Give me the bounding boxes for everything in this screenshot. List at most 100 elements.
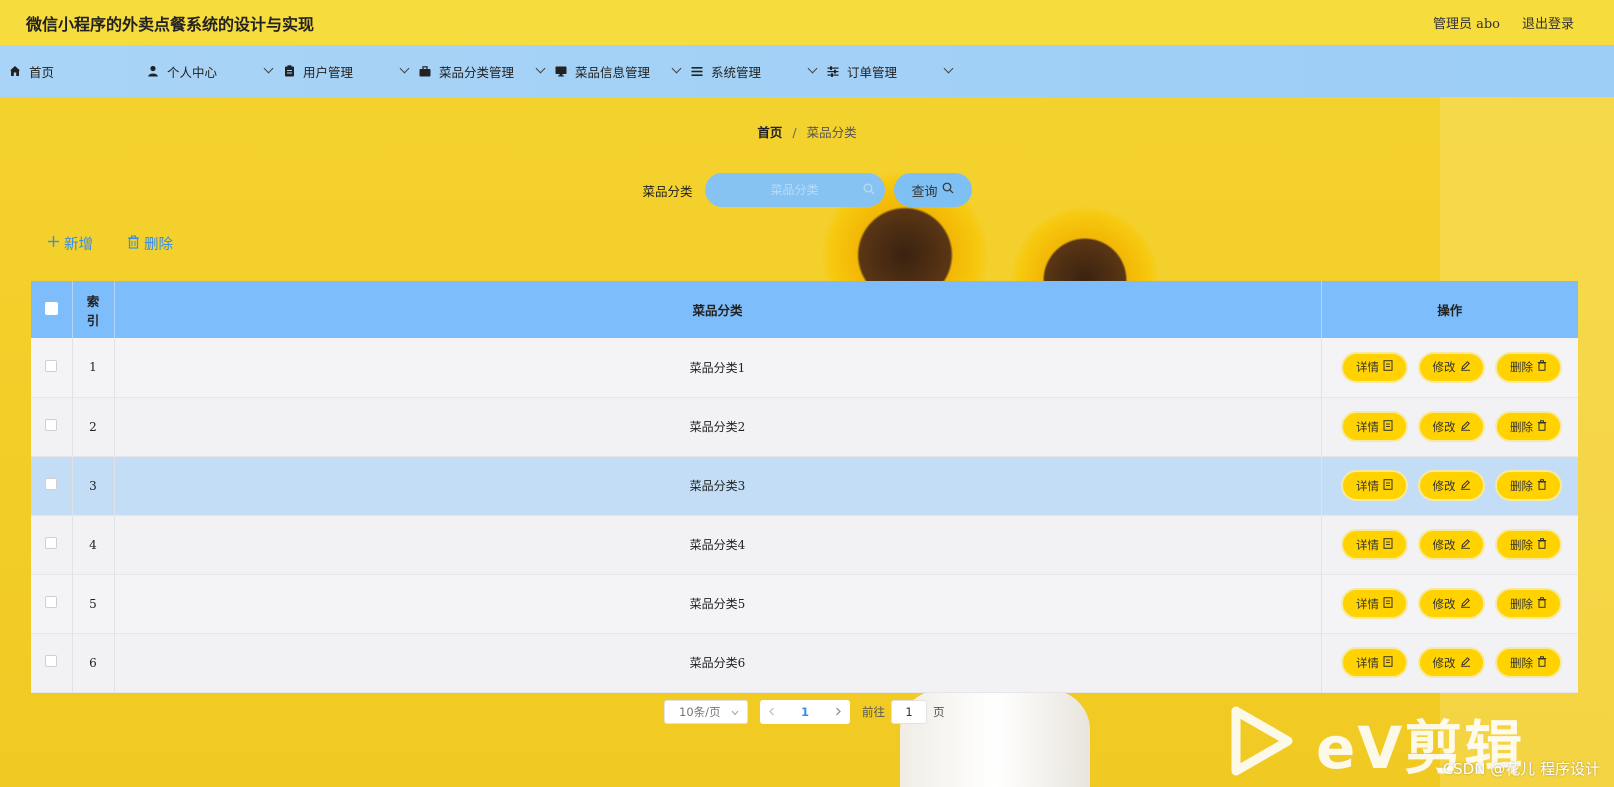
main-nav: 首页 个人中心 用户管理 菜品分类管理 菜品信息管理 系统管理 订单管理 xyxy=(0,45,1614,97)
document-icon xyxy=(1383,537,1393,552)
detail-button[interactable]: 详情 xyxy=(1341,588,1408,619)
bulk-delete-button[interactable]: 删除 xyxy=(127,233,173,254)
detail-button[interactable]: 详情 xyxy=(1341,411,1408,442)
current-page[interactable]: 1 xyxy=(801,705,809,719)
document-icon xyxy=(1383,655,1393,670)
delete-button[interactable]: 删除 xyxy=(1495,470,1562,501)
nav-item-dish-management[interactable]: 菜品信息管理 xyxy=(554,45,690,97)
search-input[interactable] xyxy=(704,173,885,207)
index-header-line1: 索 xyxy=(86,293,100,309)
edit-button[interactable]: 修改 xyxy=(1418,411,1485,442)
search-input-wrapper xyxy=(704,173,885,207)
search-icon xyxy=(863,183,875,199)
edit-button[interactable]: 修改 xyxy=(1418,529,1485,560)
detail-button-label: 详情 xyxy=(1356,537,1379,552)
goto-page-input[interactable]: 1 xyxy=(891,700,927,724)
next-page-icon[interactable] xyxy=(835,705,842,719)
row-select-cell xyxy=(31,338,73,398)
delete-button[interactable]: 删除 xyxy=(1495,351,1562,383)
page-size-select[interactable]: 10条/页 xyxy=(664,700,748,724)
row-checkbox[interactable] xyxy=(45,478,58,490)
edit-button[interactable]: 修改 xyxy=(1418,470,1485,501)
nav-item-label: 系统管理 xyxy=(711,64,762,80)
edit-button-label: 修改 xyxy=(1432,655,1456,670)
row-category: 菜品分类4 xyxy=(114,515,1322,575)
row-select-cell xyxy=(31,633,73,693)
home-icon xyxy=(8,64,22,78)
row-checkbox[interactable] xyxy=(45,655,58,667)
pagination: 10条/页 1 前往 1 页 xyxy=(664,700,945,724)
delete-button[interactable]: 删除 xyxy=(1495,588,1562,619)
detail-button[interactable]: 详情 xyxy=(1341,351,1408,383)
edit-button[interactable]: 修改 xyxy=(1418,588,1485,619)
nav-item-order-management[interactable]: 订单管理 xyxy=(826,45,962,97)
table-body: 1 菜品分类1 详情 修改 删除 2 菜品分类2 详情 修改 删除 3 菜品分类3 详情 修改 删除 4 菜品分… xyxy=(31,338,1578,693)
trash-icon xyxy=(1537,360,1547,374)
row-select-cell xyxy=(31,456,73,516)
row-select-cell xyxy=(31,574,73,634)
goto-label: 前往 xyxy=(862,705,885,719)
table-row[interactable]: 4 菜品分类4 详情 修改 删除 xyxy=(31,515,1578,575)
row-actions: 详情 修改 删除 xyxy=(1321,456,1578,516)
search-icon xyxy=(942,182,954,198)
pencil-icon xyxy=(1460,360,1471,374)
edit-button-label: 修改 xyxy=(1432,360,1456,375)
add-button[interactable]: 新增 xyxy=(47,233,93,254)
edit-button-label: 修改 xyxy=(1432,419,1456,434)
row-category: 菜品分类2 xyxy=(114,397,1322,457)
nav-item-category-management[interactable]: 菜品分类管理 xyxy=(418,45,554,97)
table-row[interactable]: 5 菜品分类5 详情 修改 删除 xyxy=(31,574,1578,634)
edit-button[interactable]: 修改 xyxy=(1418,351,1485,383)
current-user: 管理员 abo xyxy=(1432,17,1500,32)
row-actions: 详情 修改 删除 xyxy=(1321,633,1578,693)
delete-button[interactable]: 删除 xyxy=(1495,411,1562,442)
document-icon xyxy=(1383,478,1393,493)
chevron-down-icon xyxy=(807,63,818,74)
row-checkbox[interactable] xyxy=(45,596,58,608)
app-title: 微信小程序的外卖点餐系统的设计与实现 xyxy=(26,14,315,34)
chevron-down-icon xyxy=(943,63,954,74)
data-table: 索引 菜品分类 操作 1 菜品分类1 详情 修改 删除 2 菜品分类2 详情 修改 删除 3 菜品分类… xyxy=(31,281,1578,693)
edit-button-label: 修改 xyxy=(1432,537,1456,552)
detail-button[interactable]: 详情 xyxy=(1341,470,1408,501)
prev-page-icon[interactable] xyxy=(768,705,775,719)
select-all-checkbox[interactable] xyxy=(44,301,58,315)
row-select-cell xyxy=(31,397,73,457)
table-row[interactable]: 1 菜品分类1 详情 修改 删除 xyxy=(31,338,1578,398)
row-actions: 详情 修改 删除 xyxy=(1321,515,1578,575)
edit-button-label: 修改 xyxy=(1432,596,1456,611)
page-jump: 前往 1 页 xyxy=(862,700,945,724)
delete-button[interactable]: 删除 xyxy=(1495,647,1562,678)
column-header-index: 索引 xyxy=(72,281,115,338)
delete-button[interactable]: 删除 xyxy=(1495,529,1562,560)
table-row[interactable]: 6 菜品分类6 详情 修改 删除 xyxy=(31,633,1578,693)
pencil-icon xyxy=(1460,420,1471,434)
chevron-down-icon xyxy=(671,63,682,74)
detail-button[interactable]: 详情 xyxy=(1341,529,1408,560)
detail-button-label: 详情 xyxy=(1356,478,1379,493)
row-index: 3 xyxy=(72,456,115,516)
user-area: 管理员 abo 退出登录 xyxy=(1433,13,1574,32)
row-index: 2 xyxy=(72,397,115,457)
detail-button[interactable]: 详情 xyxy=(1341,647,1408,678)
row-checkbox[interactable] xyxy=(45,419,58,431)
table-row[interactable]: 3 菜品分类3 详情 修改 删除 xyxy=(31,456,1578,516)
chevron-down-icon xyxy=(399,63,410,74)
search-button[interactable]: 查询 xyxy=(893,173,972,207)
edit-button-label: 修改 xyxy=(1432,478,1456,493)
edit-button[interactable]: 修改 xyxy=(1418,647,1485,678)
row-checkbox[interactable] xyxy=(45,537,58,549)
nav-item-home[interactable]: 首页 xyxy=(8,45,146,97)
nav-item-personal-center[interactable]: 个人中心 xyxy=(146,45,282,97)
play-logo-icon xyxy=(1228,705,1294,781)
nav-item-user-management[interactable]: 用户管理 xyxy=(282,45,418,97)
nav-item-system-management[interactable]: 系统管理 xyxy=(690,45,826,97)
search-button-label: 查询 xyxy=(911,184,938,200)
bulk-delete-label: 删除 xyxy=(144,237,173,253)
row-actions: 详情 修改 删除 xyxy=(1321,397,1578,457)
logout-link[interactable]: 退出登录 xyxy=(1522,13,1574,32)
row-category: 菜品分类5 xyxy=(114,574,1322,634)
table-row[interactable]: 2 菜品分类2 详情 修改 删除 xyxy=(31,397,1578,457)
row-checkbox[interactable] xyxy=(45,359,58,372)
breadcrumb-home[interactable]: 首页 xyxy=(757,125,782,140)
